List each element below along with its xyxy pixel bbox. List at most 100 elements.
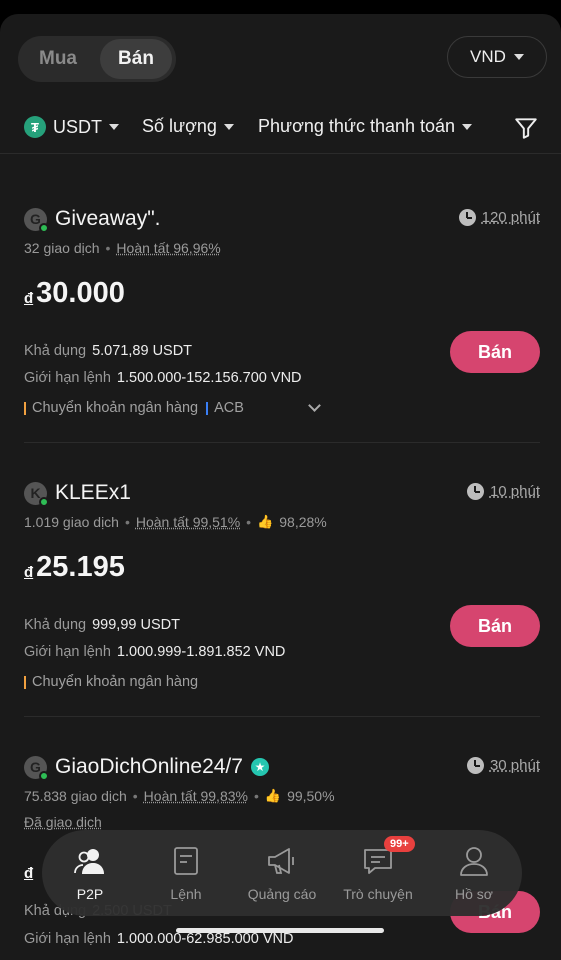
avatar: G [24,207,49,233]
thumbs-up-icon: 👍 [257,514,274,529]
home-indicator[interactable] [176,928,384,933]
available-label: Khả dụng [24,617,87,633]
payment-time-value: 30 phút [489,757,540,774]
nav-label: P2P [76,886,104,902]
price: đ 25.195 [24,551,125,584]
nav-label: Trò chuyện [343,886,413,902]
payment-method: ACB [206,400,244,416]
available-value: 5.071,89 USDT [92,343,193,359]
positive-rate: 98,28% [279,514,327,530]
avatar: G [24,755,49,781]
payment-methods: Chuyển khoản ngân hàng ACB [24,400,244,416]
nav-orders[interactable]: Lệnh [138,830,234,916]
price: đ [24,865,33,885]
nav-chat[interactable]: 99+ Trò chuyện [330,830,426,916]
completion-rate: Hoàn tất 96,96% [116,240,221,256]
payment-filter-label: Phương thức thanh toán [258,116,456,136]
tab-sell[interactable]: Bán [100,39,172,79]
offer-card: K KLEEx1 10 phút 1.019 giao dịch • Hoàn … [24,479,540,709]
trade-count: 32 giao dịch [24,240,100,256]
sell-button[interactable]: Bán [450,605,540,647]
merchant-stats: 1.019 giao dịch • Hoàn tất 99,51% • 👍 98… [24,514,327,530]
sell-button[interactable]: Bán [450,331,540,373]
caret-down-icon [462,123,473,130]
separator-dot: • [132,788,138,804]
orders-icon [174,847,198,875]
method-marker [206,401,209,415]
payment-time: 30 phút [466,757,540,774]
currency-symbol: đ [24,564,34,581]
nav-label: Lệnh [170,886,202,902]
available-label: Khả dụng [24,343,87,359]
method-marker [24,675,26,689]
profile-icon [460,847,488,876]
nav-ads[interactable]: Quảng cáo [234,830,330,916]
quantity-filter[interactable]: Số lượng [142,116,234,137]
method-marker [24,401,26,415]
online-status-dot [39,222,49,233]
payment-method: Chuyển khoản ngân hàng [24,400,198,416]
separator-dot: • [246,514,252,530]
merchant-header[interactable]: K KLEEx1 [24,479,131,507]
price-value: 30.000 [36,277,125,309]
caret-down-icon [513,54,524,60]
payment-time: 10 phút [466,483,540,500]
limit-row: Giới hạn lệnh 1.000.000-62.985.000 VND [24,931,293,947]
trade-count: 1.019 giao dịch [24,514,119,530]
traded-before-label: Đã giao dịch [24,814,102,830]
trade-count: 75.838 giao dịch [24,788,127,804]
nav-label: Quảng cáo [247,886,317,902]
limit-value: 1.000.999-1.891.852 VND [116,644,286,660]
payment-method-label: Chuyển khoản ngân hàng [32,400,199,416]
nav-p2p[interactable]: P2P [42,830,138,916]
clock-icon [466,757,484,774]
divider [24,716,540,717]
asset-filter[interactable]: ₮ USDT [24,116,119,138]
tab-buy[interactable]: Mua [22,39,94,79]
price-value: 25.195 [36,551,125,583]
online-status-dot [39,770,49,781]
caret-down-icon [109,124,119,130]
filter-bar: ₮ USDT Số lượng Phương thức thanh toán [0,110,561,154]
online-status-dot [39,496,49,507]
payment-time-value: 10 phút [489,483,540,500]
merchant-stats: 32 giao dịch • Hoàn tất 96,96% [24,240,221,256]
asset-filter-label: USDT [53,116,102,137]
limit-value: 1.500.000-152.156.700 VND [116,370,302,386]
positive-rate: 99,50% [287,788,335,804]
payment-method-label: ACB [214,400,244,416]
limit-label: Giới hạn lệnh [24,370,111,386]
merchant-stats: 75.838 giao dịch • Hoàn tất 99,83% • 👍 9… [24,788,335,804]
payment-method-label: Chuyển khoản ngân hàng [32,674,199,690]
quantity-filter-label: Số lượng [142,116,217,136]
currency-symbol: đ [24,290,34,307]
divider [24,442,540,443]
p2p-screen: Mua Bán VND ₮ USDT Số lượng Phương thức … [0,14,561,960]
clock-icon [458,209,476,226]
limit-row: Giới hạn lệnh 1.000.999-1.891.852 VND [24,644,285,660]
chevron-down-icon[interactable] [308,399,321,412]
price: đ 30.000 [24,277,125,310]
merchant-name: GiaoDichOnline24/7 [55,755,243,778]
clock-icon [466,483,484,500]
payment-method: Chuyển khoản ngân hàng [24,674,198,690]
payment-filter[interactable]: Phương thức thanh toán [258,116,473,137]
payment-time: 120 phút [458,209,540,226]
merchant-header[interactable]: G GiaoDichOnline24/7 ★ [24,753,269,781]
megaphone-icon [268,848,294,874]
funnel-icon[interactable] [513,115,539,141]
currency-selector[interactable]: VND [447,36,547,78]
payment-methods: Chuyển khoản ngân hàng [24,674,198,690]
available-value: 999,99 USDT [92,617,180,633]
avatar: K [24,481,49,507]
buy-sell-toggle: Mua Bán [18,36,176,82]
separator-dot: • [253,788,259,804]
limit-label: Giới hạn lệnh [24,931,111,947]
merchant-header[interactable]: G Giveaway". [24,205,161,233]
nav-profile[interactable]: Hồ sơ [426,830,522,916]
merchant-name: KLEEx1 [55,481,131,504]
users-icon [74,849,104,874]
available-row: Khả dụng 5.071,89 USDT [24,343,192,359]
limit-label: Giới hạn lệnh [24,644,111,660]
limit-value: 1.000.000-62.985.000 VND [116,931,294,947]
